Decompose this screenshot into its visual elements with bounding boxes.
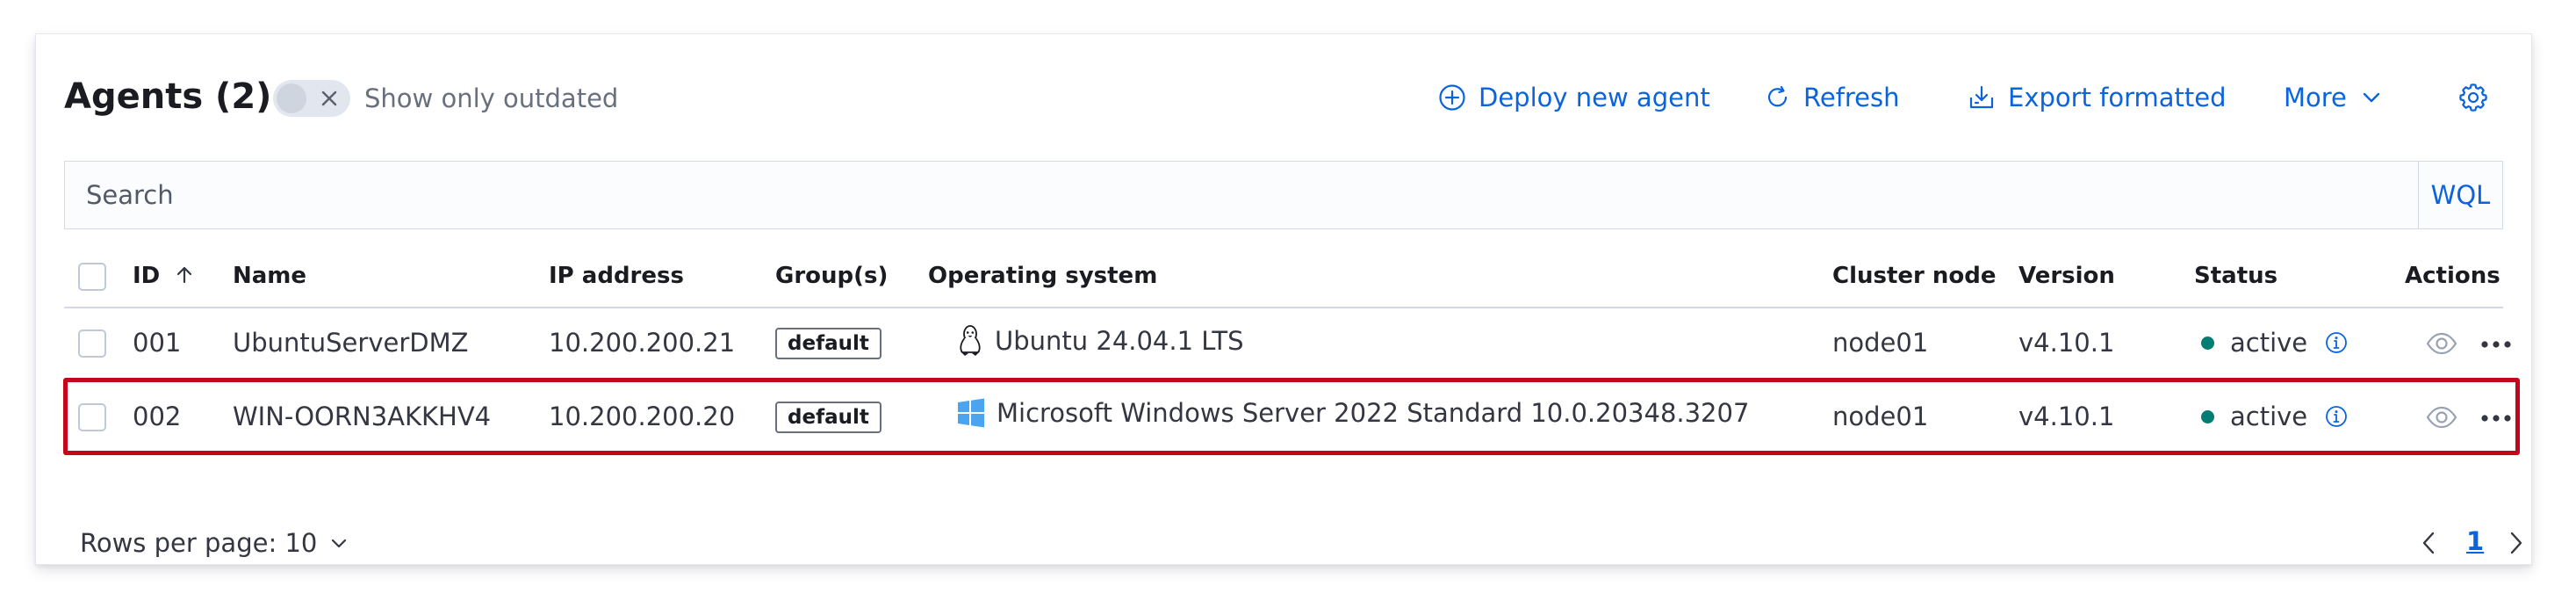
column-header-id[interactable]: ID (133, 263, 194, 289)
column-header-os[interactable]: Operating system (928, 263, 1157, 289)
agent-ip: 10.200.200.21 (549, 328, 736, 358)
info-icon[interactable] (2325, 405, 2348, 428)
close-icon (321, 90, 337, 106)
plus-circle-icon (1439, 84, 1465, 111)
agent-version: v4.10.1 (2018, 402, 2115, 431)
select-all-checkbox[interactable] (78, 263, 106, 291)
column-header-cluster[interactable]: Cluster node (1832, 263, 1997, 289)
refresh-label: Refresh (1803, 83, 1900, 112)
gear-icon (2459, 83, 2487, 112)
download-icon (1969, 85, 1994, 109)
export-formatted-button[interactable]: Export formatted (1968, 78, 2227, 117)
agent-ip: 10.200.200.20 (549, 402, 736, 431)
column-header-groups[interactable]: Group(s) (775, 263, 888, 289)
table-row[interactable]: 001 UbuntuServerDMZ 10.200.200.21 defaul… (64, 308, 2511, 380)
column-header-name[interactable]: Name (233, 263, 306, 289)
agent-status: active (2201, 328, 2348, 358)
deploy-new-agent-button[interactable]: Deploy new agent (1438, 78, 1710, 117)
more-actions-icon[interactable] (2480, 340, 2512, 349)
view-eye-icon[interactable] (2426, 329, 2457, 358)
agent-id: 001 (133, 328, 182, 358)
search-input[interactable] (65, 162, 2418, 228)
agent-id: 002 (133, 402, 182, 431)
search-bar: WQL (64, 161, 2503, 229)
rows-per-page-label: Rows per page: 10 (80, 528, 318, 558)
table-header: ID Name IP address Group(s) Operating sy… (64, 245, 2503, 308)
export-formatted-label: Export formatted (2008, 83, 2227, 112)
agent-status: active (2201, 402, 2348, 431)
sort-ascending-icon (177, 266, 192, 284)
group-badge[interactable]: default (775, 402, 881, 433)
more-menu-button[interactable]: More (2284, 78, 2382, 117)
show-outdated-label: Show only outdated (364, 83, 619, 113)
chevron-down-icon (2363, 92, 2380, 103)
agent-cluster-node: node01 (1832, 402, 1929, 431)
deploy-new-agent-label: Deploy new agent (1479, 83, 1710, 112)
pagination-page-1[interactable]: 1 (2466, 526, 2484, 556)
more-actions-icon[interactable] (2480, 414, 2512, 423)
page-title: Agents (2) (64, 76, 272, 117)
windows-logo-icon (958, 398, 984, 428)
refresh-button[interactable]: Refresh (1765, 78, 1900, 117)
agent-os: Microsoft Windows Server 2022 Standard 1… (956, 398, 1749, 428)
status-dot (2201, 336, 2214, 350)
settings-button[interactable] (2456, 80, 2491, 115)
column-header-status[interactable]: Status (2194, 263, 2277, 289)
chevron-down-icon (332, 539, 347, 548)
agent-os: Ubuntu 24.04.1 LTS (956, 324, 1244, 358)
agents-panel: Agents (2) Show only outdated Deploy new… (35, 33, 2532, 565)
status-label: active (2230, 402, 2308, 431)
refresh-icon (1767, 85, 1788, 107)
agent-name: UbuntuServerDMZ (233, 328, 469, 358)
row-checkbox[interactable] (78, 329, 106, 358)
status-dot (2201, 409, 2214, 423)
rows-per-page-selector[interactable]: Rows per page: 10 (80, 528, 349, 558)
agent-version: v4.10.1 (2018, 328, 2115, 358)
chevron-left-icon[interactable] (2419, 528, 2440, 558)
agent-os-label: Ubuntu 24.04.1 LTS (995, 326, 1244, 356)
group-badge[interactable]: default (775, 328, 881, 359)
agent-cluster-node: node01 (1832, 328, 1929, 358)
info-icon[interactable] (2325, 331, 2348, 354)
agent-name: WIN-OORN3AKKHV4 (233, 402, 492, 431)
linux-tux-icon (960, 325, 981, 356)
table-row[interactable]: 002 WIN-OORN3AKKHV4 10.200.200.20 defaul… (64, 382, 2511, 454)
show-outdated-toggle[interactable] (273, 80, 350, 117)
toggle-knob (277, 83, 306, 113)
column-header-actions: Actions (2405, 263, 2500, 289)
status-label: active (2230, 328, 2308, 358)
view-eye-icon[interactable] (2426, 403, 2457, 431)
row-checkbox[interactable] (78, 403, 106, 431)
chevron-right-icon[interactable] (2505, 528, 2526, 558)
wql-button[interactable]: WQL (2418, 162, 2502, 228)
column-id-label: ID (133, 263, 161, 289)
column-header-ip[interactable]: IP address (549, 263, 684, 289)
column-header-version[interactable]: Version (2018, 263, 2115, 289)
more-label: More (2284, 83, 2347, 112)
agent-os-label: Microsoft Windows Server 2022 Standard 1… (997, 398, 1750, 428)
